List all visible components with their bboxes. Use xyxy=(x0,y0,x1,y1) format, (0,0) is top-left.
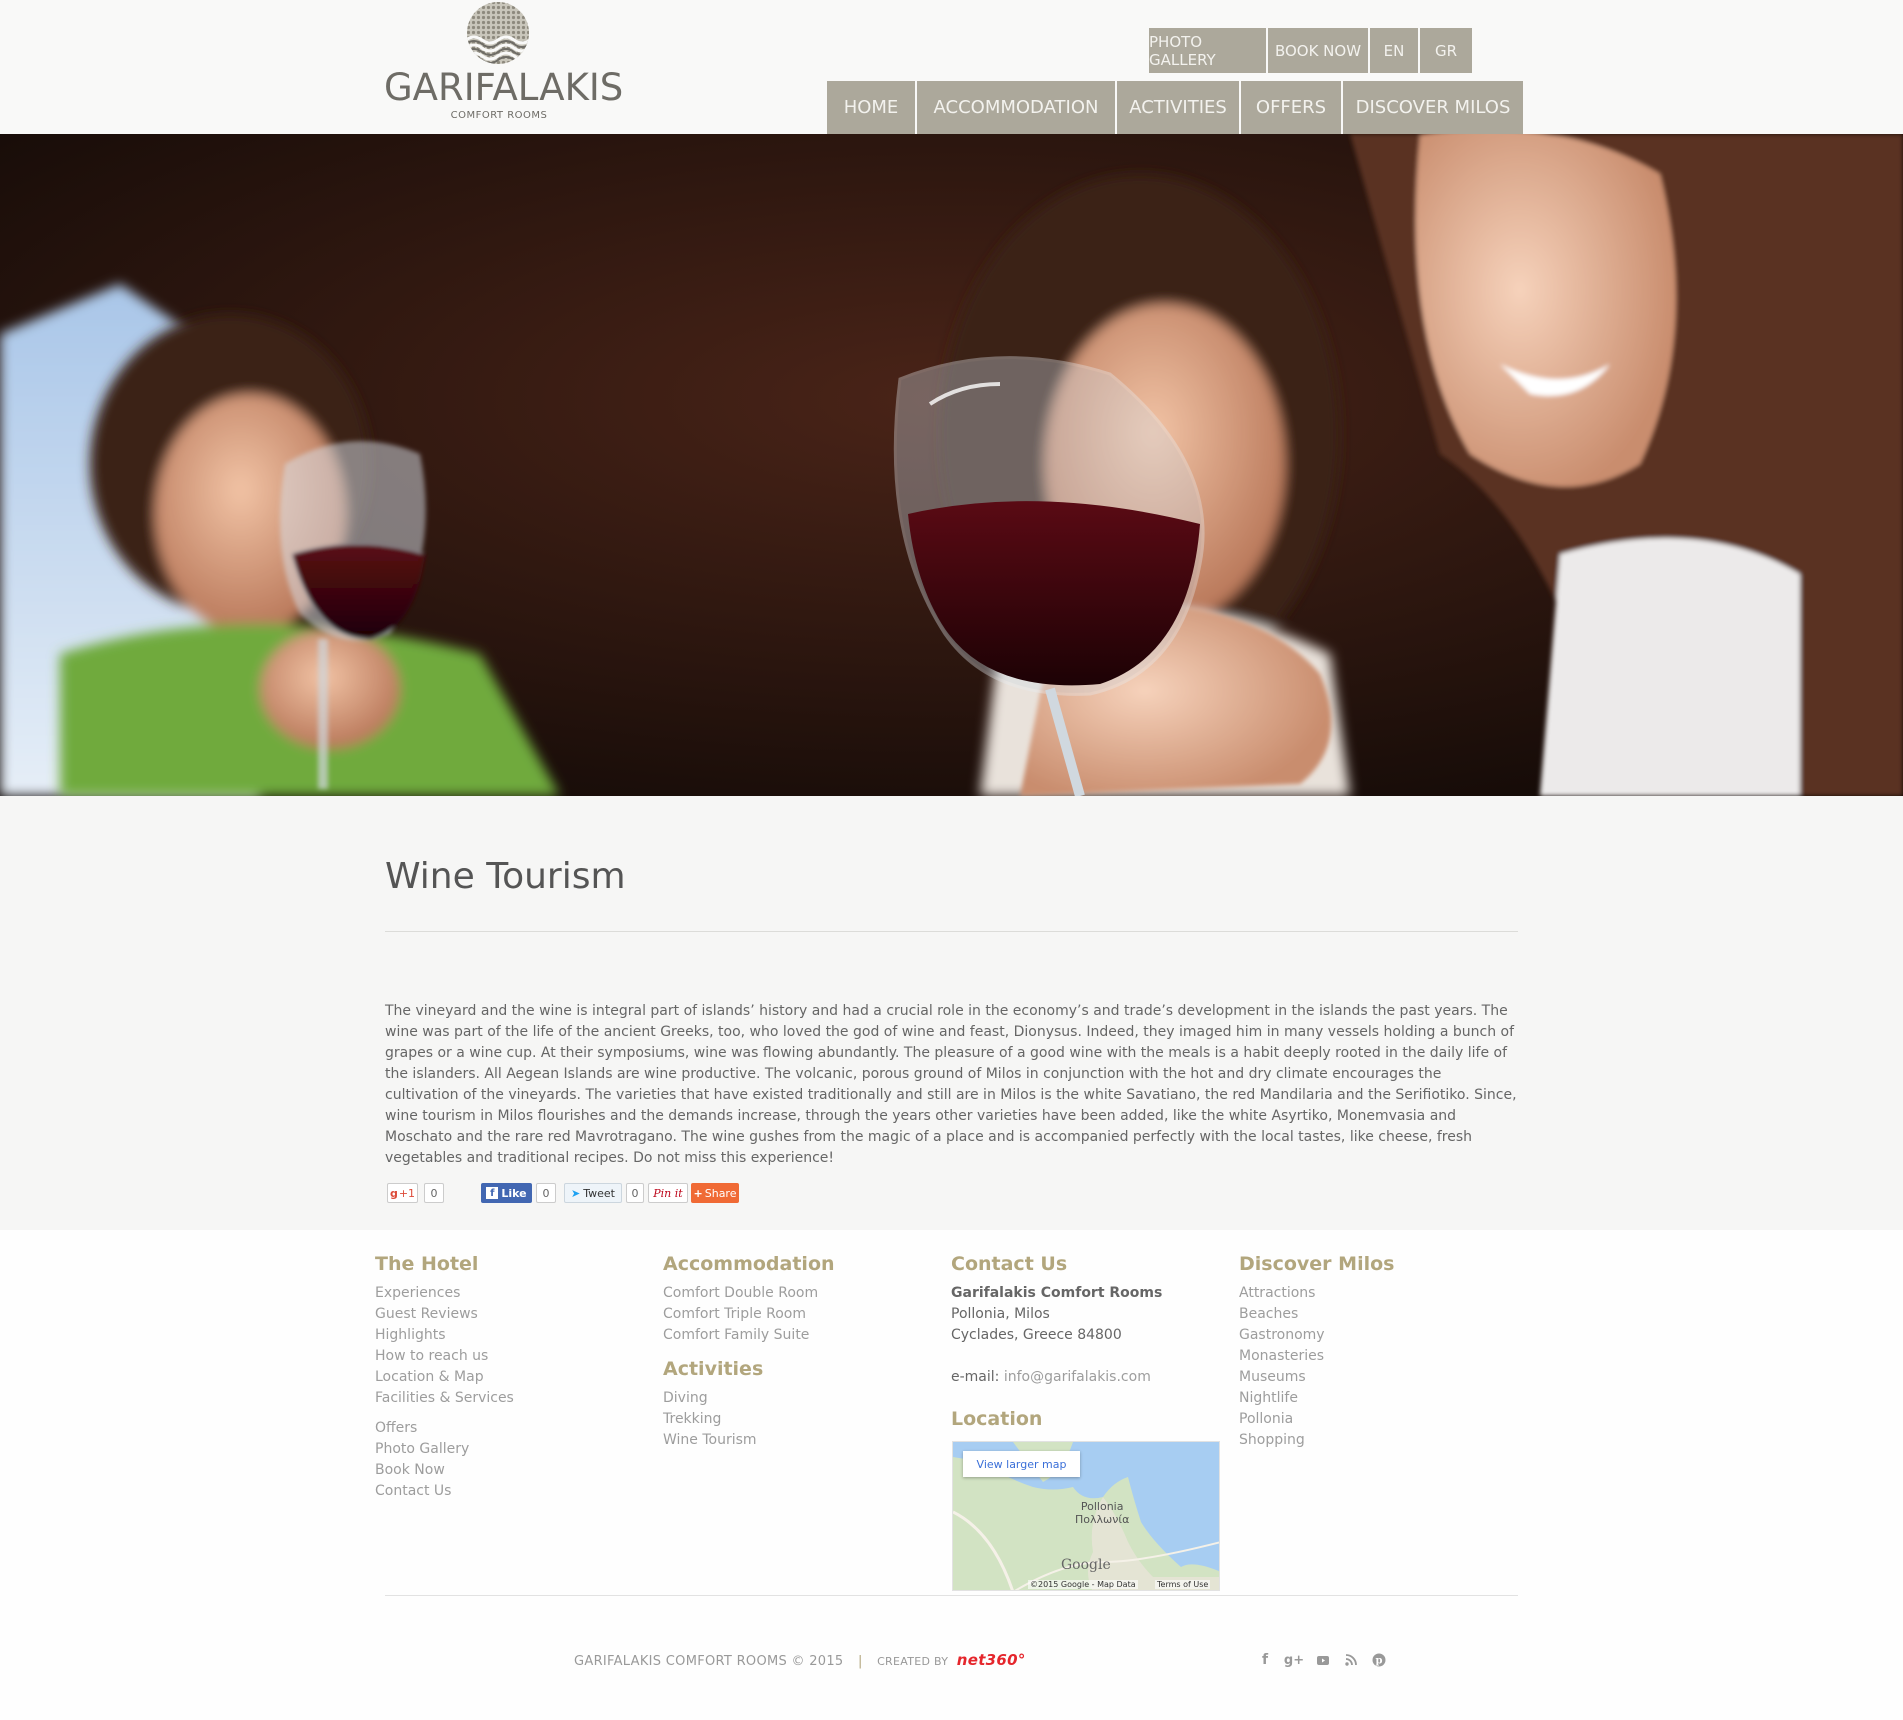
nav-home[interactable]: HOME xyxy=(827,81,915,134)
facebook-like-label: Like xyxy=(501,1186,527,1200)
contact-address-line1: Pollonia, Milos xyxy=(951,1306,1050,1322)
footer-link-contact-us[interactable]: Contact Us xyxy=(375,1481,514,1502)
pinterest-icon[interactable]: p xyxy=(1370,1651,1388,1669)
google-plus-one-label: +1 xyxy=(398,1186,416,1200)
footer-hotel-column: The Hotel Experiences Guest Reviews High… xyxy=(375,1253,514,1502)
nav-activities[interactable]: ACTIVITIES xyxy=(1117,81,1239,134)
footer-link-location-map[interactable]: Location & Map xyxy=(375,1367,514,1388)
logo-tagline: COMFORT ROOMS xyxy=(450,110,548,121)
tweet-count: 0 xyxy=(626,1183,644,1203)
contact-email-link[interactable]: info@garifalakis.com xyxy=(1004,1369,1151,1385)
share-button[interactable]: + Share xyxy=(691,1183,739,1203)
tweet-label: Tweet xyxy=(583,1186,615,1200)
map-place-gr: Πολλωνία xyxy=(1075,1513,1130,1526)
map-place-en: Pollonia xyxy=(1080,1500,1124,1513)
page-title: Wine Tourism xyxy=(385,856,626,897)
footer-location-heading: Location xyxy=(951,1408,1043,1430)
lang-en-button[interactable]: EN xyxy=(1370,28,1418,73)
nav-accommodation[interactable]: ACCOMMODATION xyxy=(917,81,1115,134)
footer-link-shopping[interactable]: Shopping xyxy=(1239,1430,1394,1451)
footer-hotel-heading: The Hotel xyxy=(375,1253,479,1275)
plus-icon: + xyxy=(693,1186,703,1200)
footer-link-gastronomy[interactable]: Gastronomy xyxy=(1239,1325,1394,1346)
footer-link-wine-tourism[interactable]: Wine Tourism xyxy=(663,1430,835,1451)
contact-hotel-name: Garifalakis Comfort Rooms xyxy=(951,1285,1163,1301)
rss-icon[interactable] xyxy=(1342,1651,1360,1669)
footer-link-beaches[interactable]: Beaches xyxy=(1239,1304,1394,1325)
footer-discover-heading: Discover Milos xyxy=(1239,1253,1395,1275)
footer-link-comfort-triple-room[interactable]: Comfort Triple Room xyxy=(663,1304,835,1325)
map-attribution: ©2015 Google - Map Data xyxy=(1028,1580,1138,1589)
footer-link-comfort-family-suite[interactable]: Comfort Family Suite xyxy=(663,1325,835,1346)
nav-offers[interactable]: OFFERS xyxy=(1241,81,1341,134)
site-header: GARIFALAKIS COMFORT ROOMS PHOTO GALLERY … xyxy=(0,0,1903,134)
google-plus-count: 0 xyxy=(424,1183,444,1203)
footer-link-nightlife[interactable]: Nightlife xyxy=(1239,1388,1394,1409)
pinterest-pin-button[interactable]: Pin it xyxy=(648,1183,688,1203)
article-body: The vineyard and the wine is integral pa… xyxy=(385,1003,1517,1166)
footer-accommodation-column: Accommodation Comfort Double Room Comfor… xyxy=(663,1253,835,1451)
contact-email-row: e-mail: info@garifalakis.com xyxy=(951,1367,1162,1388)
share-label: Share xyxy=(704,1186,737,1200)
map-place-label: Pollonia Πολλωνία xyxy=(1075,1500,1129,1526)
footer-link-pollonia[interactable]: Pollonia xyxy=(1239,1409,1394,1430)
creator-logo-link[interactable]: net360° xyxy=(957,1651,1026,1669)
footer-activities-heading: Activities xyxy=(663,1358,764,1380)
footer-link-monasteries[interactable]: Monasteries xyxy=(1239,1346,1394,1367)
created-by-label: CREATED BY xyxy=(877,1655,949,1668)
lang-gr-button[interactable]: GR xyxy=(1420,28,1472,73)
twitter-icon: ➤ xyxy=(571,1186,581,1200)
footer-contact-heading: Contact Us xyxy=(951,1253,1068,1275)
footer-link-facilities-services[interactable]: Facilities & Services xyxy=(375,1388,514,1409)
footer-link-trekking[interactable]: Trekking xyxy=(663,1409,835,1430)
google-plus-one-button[interactable]: g +1 xyxy=(387,1183,418,1203)
rss-glyph xyxy=(1345,1654,1357,1666)
google-plus-icon: g xyxy=(389,1186,398,1200)
credits-separator: | xyxy=(857,1654,863,1669)
youtube-glyph xyxy=(1317,1656,1329,1665)
footer-accommodation-heading: Accommodation xyxy=(663,1253,835,1275)
logo[interactable]: GARIFALAKIS COMFORT ROOMS xyxy=(384,0,624,124)
google-logo: Google xyxy=(1061,1557,1111,1573)
tweet-button[interactable]: ➤ Tweet xyxy=(564,1183,622,1203)
contact-email-label: e-mail: xyxy=(951,1369,1000,1385)
logo-brand-name: GARIFALAKIS xyxy=(384,66,624,109)
footer-link-attractions[interactable]: Attractions xyxy=(1239,1283,1394,1304)
facebook-like-button[interactable]: f Like xyxy=(481,1183,532,1203)
copyright-text: GARIFALAKIS COMFORT ROOMS © 2015 xyxy=(574,1654,844,1669)
footer-contact-column: Contact Us Garifalakis Comfort Rooms Pol… xyxy=(951,1253,1162,1438)
footer-credits: GARIFALAKIS COMFORT ROOMS © 2015 | CREAT… xyxy=(574,1651,1026,1669)
facebook-icon: f xyxy=(486,1187,499,1199)
logo-emblem-icon xyxy=(467,2,529,64)
footer-link-museums[interactable]: Museums xyxy=(1239,1367,1394,1388)
hero-wine-tasting-illustration xyxy=(0,134,1903,796)
footer-link-how-to-reach-us[interactable]: How to reach us xyxy=(375,1346,514,1367)
youtube-icon[interactable] xyxy=(1314,1651,1332,1669)
contact-address-line2: Cyclades, Greece 84800 xyxy=(951,1327,1122,1343)
pinterest-glyph: p xyxy=(1372,1653,1386,1667)
footer-discover-column: Discover Milos Attractions Beaches Gastr… xyxy=(1239,1253,1394,1451)
footer-link-experiences[interactable]: Experiences xyxy=(375,1283,514,1304)
hero-image xyxy=(0,134,1903,796)
footer-link-book-now[interactable]: Book Now xyxy=(375,1460,514,1481)
footer-link-guest-reviews[interactable]: Guest Reviews xyxy=(375,1304,514,1325)
footer-divider xyxy=(385,1595,1518,1596)
location-map[interactable]: View larger map Pollonia Πολλωνία Google… xyxy=(952,1441,1220,1591)
book-now-button[interactable]: BOOK NOW xyxy=(1268,28,1368,73)
footer-link-photo-gallery[interactable]: Photo Gallery xyxy=(375,1439,514,1460)
facebook-icon[interactable]: f xyxy=(1256,1651,1274,1669)
footer-link-comfort-double-room[interactable]: Comfort Double Room xyxy=(663,1283,835,1304)
nav-discover-milos[interactable]: DISCOVER MILOS xyxy=(1343,81,1523,134)
view-larger-map-button[interactable]: View larger map xyxy=(963,1451,1080,1477)
map-terms-link[interactable]: Terms of Use xyxy=(1155,1580,1211,1589)
footer-link-highlights[interactable]: Highlights xyxy=(375,1325,514,1346)
svg-text:p: p xyxy=(1376,1656,1383,1667)
footer-link-diving[interactable]: Diving xyxy=(663,1388,835,1409)
google-plus-icon[interactable]: g+ xyxy=(1284,1651,1304,1669)
photo-gallery-button[interactable]: PHOTO GALLERY xyxy=(1149,28,1266,73)
facebook-like-count: 0 xyxy=(536,1183,556,1203)
title-divider xyxy=(385,931,1518,932)
footer-link-offers[interactable]: Offers xyxy=(375,1418,514,1439)
